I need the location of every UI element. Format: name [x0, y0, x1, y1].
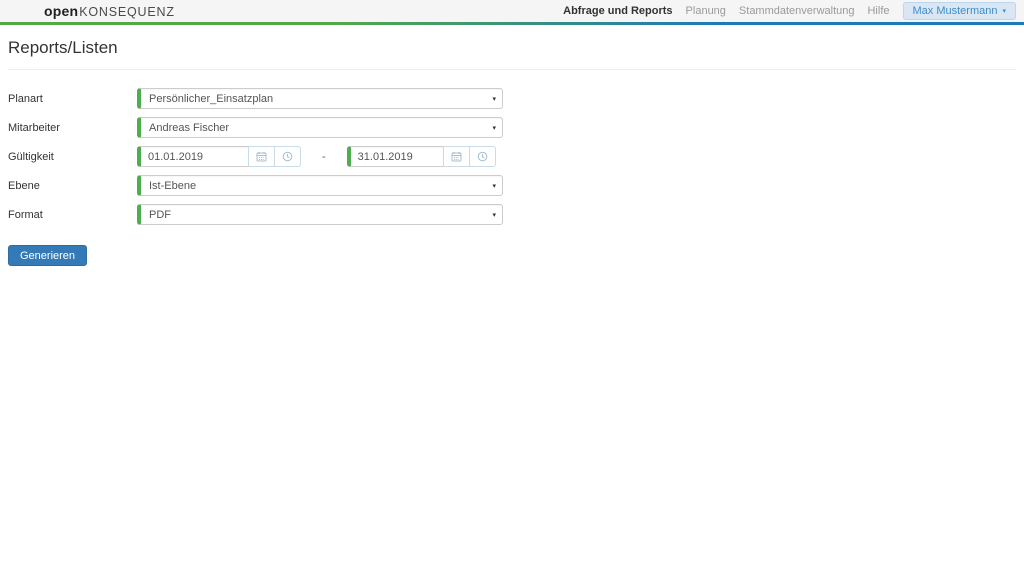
logo-konsequenz-text: KONSEQUENZ — [79, 5, 175, 19]
logo-open-text: open — [44, 3, 79, 19]
gueltigkeit-label: Gültigkeit — [8, 150, 54, 163]
main-content: Reports/Listen Planart Persönlicher_Eins… — [0, 38, 1024, 266]
gueltigkeit-to-time-button[interactable] — [468, 146, 496, 167]
form-row-mitarbeiter: Mitarbeiter Andreas Fischer ▾ — [8, 117, 1016, 138]
user-menu-button[interactable]: Max Mustermann ▾ — [902, 2, 1016, 20]
format-select[interactable]: PDF ▾ — [137, 204, 503, 225]
gueltigkeit-from-input[interactable] — [137, 146, 249, 167]
mitarbeiter-select[interactable]: Andreas Fischer ▾ — [137, 117, 503, 138]
form-row-planart: Planart Persönlicher_Einsatzplan ▾ — [8, 88, 1016, 109]
nav-hilfe[interactable]: Hilfe — [867, 5, 889, 17]
gueltigkeit-to-input[interactable] — [346, 146, 444, 167]
main-nav: Abfrage und Reports Planung Stammdatenve… — [563, 2, 1016, 20]
ebene-select[interactable]: Ist-Ebene ▾ — [137, 175, 503, 196]
gueltigkeit-from-group — [137, 146, 301, 167]
nav-stammdatenverwaltung[interactable]: Stammdatenverwaltung — [739, 5, 855, 17]
clock-icon — [282, 151, 293, 162]
chevron-down-icon: ▾ — [492, 95, 496, 103]
calendar-icon — [451, 151, 462, 162]
chevron-down-icon: ▾ — [492, 124, 496, 132]
gueltigkeit-to-calendar-button[interactable] — [442, 146, 470, 167]
gueltigkeit-from-time-button[interactable] — [274, 146, 301, 167]
chevron-down-icon: ▾ — [1002, 7, 1006, 15]
planart-label: Planart — [8, 92, 43, 105]
form-row-gueltigkeit: Gültigkeit - — [8, 146, 1016, 167]
date-range-separator: - — [322, 150, 326, 163]
chevron-down-icon: ▾ — [492, 211, 496, 219]
gueltigkeit-from-calendar-button[interactable] — [248, 146, 275, 167]
user-name-label: Max Mustermann — [912, 5, 998, 17]
format-label: Format — [8, 208, 43, 221]
mitarbeiter-select-value: Andreas Fischer — [149, 121, 230, 134]
format-select-value: PDF — [149, 208, 171, 221]
nav-planung[interactable]: Planung — [686, 5, 726, 17]
generieren-button[interactable]: Generieren — [8, 245, 88, 266]
header-accent-divider — [0, 22, 1024, 25]
title-divider — [8, 69, 1016, 70]
planart-select[interactable]: Persönlicher_Einsatzplan ▾ — [137, 88, 503, 109]
app-logo: open KONSEQUENZ — [44, 3, 175, 19]
calendar-icon — [256, 151, 267, 162]
gueltigkeit-to-group — [346, 146, 496, 167]
clock-icon — [477, 151, 488, 162]
mitarbeiter-label: Mitarbeiter — [8, 121, 60, 134]
planart-select-value: Persönlicher_Einsatzplan — [149, 92, 274, 105]
form-row-format: Format PDF ▾ — [8, 204, 1016, 225]
chevron-down-icon: ▾ — [492, 182, 496, 190]
page-title: Reports/Listen — [8, 38, 118, 57]
nav-abfrage-und-reports[interactable]: Abfrage und Reports — [563, 5, 672, 17]
ebene-label: Ebene — [8, 179, 40, 192]
app-header: open KONSEQUENZ Abfrage und Reports Plan… — [0, 0, 1024, 22]
form-row-ebene: Ebene Ist-Ebene ▾ — [8, 175, 1016, 196]
ebene-select-value: Ist-Ebene — [149, 179, 197, 192]
